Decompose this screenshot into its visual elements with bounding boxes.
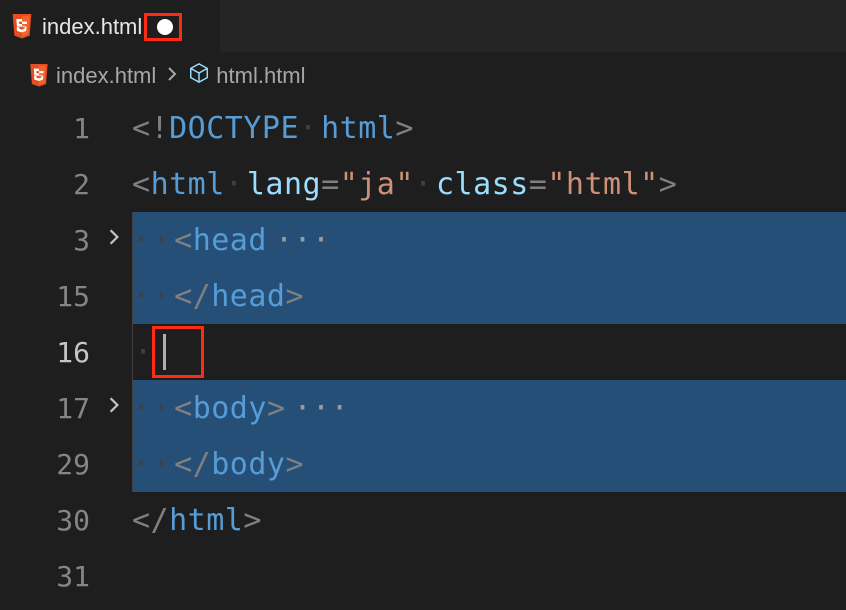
line-number: 3 xyxy=(73,224,90,257)
tok: ·· xyxy=(132,391,174,426)
tok: </ xyxy=(174,447,211,482)
tok: </ xyxy=(132,503,169,538)
tok: ·· xyxy=(132,223,174,258)
unsaved-dot-icon xyxy=(157,19,173,35)
fold-chevron-icon[interactable] xyxy=(105,228,123,252)
tok: < xyxy=(174,391,193,426)
tok: · xyxy=(299,111,321,146)
cube-symbol-icon xyxy=(188,62,210,90)
folded-ellipsis-icon[interactable]: ··· xyxy=(267,223,331,258)
code-line-cursor[interactable]: 16 · xyxy=(0,324,846,380)
tok: > xyxy=(243,503,262,538)
tok: head xyxy=(193,223,267,258)
code-line[interactable]: 1 <!DOCTYPE·html> xyxy=(0,100,846,156)
tok: = xyxy=(321,167,340,202)
code-line[interactable]: 15 ··</head> xyxy=(0,268,846,324)
line-number: 16 xyxy=(56,336,90,369)
tok: > xyxy=(659,167,678,202)
code-line[interactable]: 2 <html·lang="ja"·class="html"> xyxy=(0,156,846,212)
tok: · xyxy=(414,167,436,202)
tok: lang xyxy=(247,167,321,202)
text-cursor-icon xyxy=(163,334,166,370)
tok: > xyxy=(286,279,305,314)
breadcrumb-file[interactable]: index.html xyxy=(56,63,156,89)
tab-index-html[interactable]: index.html xyxy=(0,0,220,52)
code-editor[interactable]: 1 <!DOCTYPE·html> 2 <html·lang="ja"·clas… xyxy=(0,100,846,604)
line-number: 17 xyxy=(56,392,90,425)
tok: html xyxy=(151,167,225,202)
tab-filename: index.html xyxy=(42,14,142,40)
code-line[interactable]: 31 xyxy=(0,548,846,604)
tok: ·· xyxy=(132,447,174,482)
line-number: 31 xyxy=(56,560,90,593)
fold-chevron-icon[interactable] xyxy=(105,396,123,420)
tok: html xyxy=(321,111,395,146)
code-line[interactable]: 30 </html> xyxy=(0,492,846,548)
tok: DOCTYPE xyxy=(169,111,299,146)
line-number: 15 xyxy=(56,280,90,313)
tok: ·· xyxy=(132,279,174,314)
tok: "ja" xyxy=(340,167,414,202)
tab-bar: index.html xyxy=(0,0,846,52)
tok: body xyxy=(211,447,285,482)
line-number: 2 xyxy=(73,168,90,201)
tok: · xyxy=(225,167,247,202)
tok: </ xyxy=(174,279,211,314)
chevron-right-icon xyxy=(162,65,182,88)
tok: html xyxy=(169,503,243,538)
code-line[interactable]: 29 ··</body> xyxy=(0,436,846,492)
line-number: 29 xyxy=(56,448,90,481)
breadcrumb-symbol[interactable]: html.html xyxy=(216,63,305,89)
tok: head xyxy=(211,279,285,314)
tok: < xyxy=(132,167,151,202)
tok: = xyxy=(529,167,548,202)
html5-file-icon xyxy=(28,64,50,88)
tok: < xyxy=(174,223,193,258)
code-line[interactable]: 17 ··<body>··· xyxy=(0,380,846,436)
tok: > xyxy=(395,111,414,146)
unsaved-indicator-highlight xyxy=(144,13,182,41)
cursor-highlight xyxy=(152,326,204,378)
html5-file-icon xyxy=(10,14,34,40)
tok: > xyxy=(286,447,305,482)
tok: class xyxy=(436,167,529,202)
tok: > xyxy=(267,391,286,426)
tok: "html" xyxy=(547,167,658,202)
breadcrumb[interactable]: index.html html.html xyxy=(0,52,846,100)
line-number: 30 xyxy=(56,504,90,537)
code-line[interactable]: 3 ··<head··· xyxy=(0,212,846,268)
tok: <! xyxy=(132,111,169,146)
folded-ellipsis-icon[interactable]: ··· xyxy=(286,391,350,426)
line-number: 1 xyxy=(73,112,90,145)
tok: body xyxy=(193,391,267,426)
